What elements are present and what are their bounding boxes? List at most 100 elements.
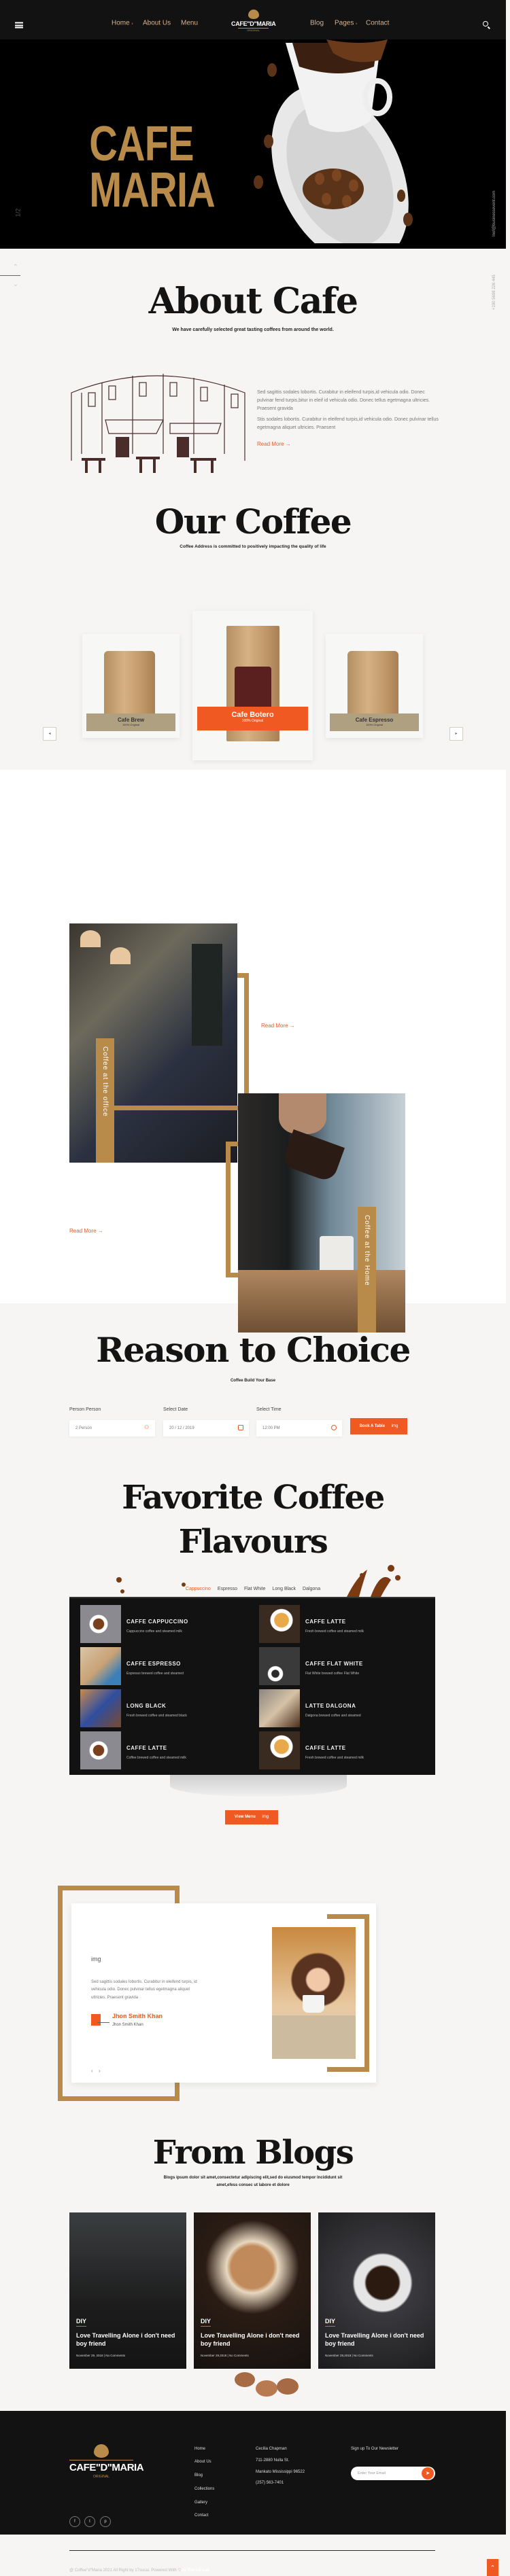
menu-item[interactable]: LONG BLACK Fresh brewed coffee and steam… — [80, 1689, 250, 1727]
newsletter-email-input[interactable]: Enter Your Email ➤ — [351, 2467, 435, 2480]
coffee-prev-arrow[interactable]: ◂ — [43, 727, 56, 741]
our-coffee-title: Our Coffee — [154, 501, 352, 542]
footer-link-about[interactable]: About Us — [194, 2460, 211, 2464]
search-icon[interactable] — [483, 21, 488, 27]
facebook-icon[interactable]: f — [69, 2516, 80, 2527]
gold-frame-overlay — [104, 973, 249, 1110]
site-header: Home › About Us Menu CAFE"D"MARIA ORIGIN… — [0, 0, 506, 39]
tab-espresso[interactable]: Espresso — [218, 1587, 237, 1591]
coffee-bag-image — [104, 651, 155, 719]
hand — [279, 1093, 326, 1134]
menu-item[interactable]: CAFFE LATTE Fresh brewed coffee and steam… — [259, 1731, 429, 1769]
credit-link[interactable]: by The UX Lab — [182, 2569, 210, 2573]
menu-item-image — [80, 1647, 121, 1685]
footer-link-contact[interactable]: Contact — [194, 2513, 209, 2518]
footer-link-blog[interactable]: Blog — [194, 2473, 203, 2477]
menu-item[interactable]: LATTE DALGONA Dalgona brewed coffee and … — [259, 1689, 429, 1727]
tab-long-black[interactable]: Long Black — [272, 1587, 296, 1591]
hero-email[interactable]: Inof@businessevent.com — [492, 191, 496, 236]
nav-home[interactable]: Home › — [112, 20, 133, 27]
coffee-card-espresso[interactable]: Cafe Espresso 100% Original — [326, 634, 423, 738]
nav-menu[interactable]: Menu — [181, 20, 198, 27]
sweater — [272, 2015, 356, 2059]
time-label: Select Time — [256, 1407, 282, 1412]
feature-tag-office: Coffee at the office — [96, 1038, 114, 1163]
menu-tabs: Cappuccino Espresso Flat White Long Blac… — [0, 1587, 506, 1591]
about-paragraph-1: Sed sagittis sodales lobortis. Curabitur… — [257, 390, 430, 411]
pendant-lamp — [110, 947, 131, 964]
menu-item-image — [259, 1689, 300, 1727]
tab-flat-white[interactable]: Flat White — [244, 1587, 266, 1591]
menu-item[interactable]: CAFFE CAPPUCCINO Cappuccino coffee and s… — [80, 1605, 250, 1643]
pinterest-icon[interactable]: p — [100, 2516, 111, 2527]
feature-office-read-more[interactable]: Read More → — [261, 1023, 295, 1029]
menu-item[interactable] — [80, 1753, 250, 1795]
footer-divider — [69, 2550, 435, 2551]
nav-contact[interactable]: Contact — [366, 20, 389, 27]
coffee-next-arrow[interactable]: ▸ — [449, 727, 463, 741]
nav-about-us[interactable]: About Us — [143, 20, 171, 27]
blogs-title: From Blogs — [152, 2134, 354, 2172]
testimonial-prev-arrow[interactable]: ‹ — [91, 2068, 93, 2074]
coffee-carafe — [281, 1129, 345, 1184]
coffee-card-brew[interactable]: Cafe Brew 100% Original — [82, 634, 180, 738]
nav-pages[interactable]: Pages › — [335, 20, 357, 27]
broken-image-icon: img — [262, 1815, 269, 1819]
coffee-pouring-photo — [238, 1093, 405, 1333]
footer-link-home[interactable]: Home — [194, 2447, 205, 2451]
footer-address-city: Mankato Mississippi 96522 — [256, 2470, 305, 2474]
coffee-card-label-active: Cafe Botero 100% Original — [197, 707, 308, 730]
date-label: Select Date — [163, 1407, 188, 1412]
menu-item[interactable]: CAFFE ESPRESSO Espresso brewed coffee an… — [80, 1647, 250, 1685]
footer-link-gallery[interactable]: Gallery — [194, 2501, 207, 2505]
testimonial-text: Sed sagittis sodales lobortis. Curabitur… — [91, 1980, 197, 2000]
footer-logo[interactable]: CAFE"D"MARIA ORIGINAL — [69, 2444, 144, 2479]
newsletter-title: Sign up To Our Newsletter — [351, 2447, 398, 2451]
view-menu-button[interactable]: View Menu img — [225, 1810, 278, 1824]
booking-title: Reason to Choice — [96, 1330, 411, 1370]
back-to-top-button[interactable]: ⌃ — [487, 2559, 498, 2576]
about-read-more-link[interactable]: Read More → — [257, 441, 291, 447]
site-logo[interactable]: CAFE"D"MARIA ORIGINAL — [231, 10, 276, 37]
testimonial-avatar — [91, 2014, 101, 2026]
feature-home-read-more[interactable]: Read More → — [69, 1228, 103, 1234]
slide-up-chevron-icon[interactable]: ⌃ — [12, 264, 19, 271]
tab-dalgona[interactable]: Dalgona — [303, 1587, 320, 1591]
clock-icon — [331, 1425, 337, 1430]
hamburger-menu-icon[interactable] — [15, 22, 23, 29]
menu-item-image — [259, 1731, 300, 1769]
menu-item-image — [80, 1689, 121, 1727]
twitter-icon[interactable]: t — [84, 2516, 95, 2527]
testimonial-next-arrow[interactable]: › — [99, 2068, 101, 2074]
footer-address-name: Cecilia Chapman — [256, 2447, 287, 2451]
feature-tag-home: Coffee at the Home — [358, 1207, 376, 1333]
blog-card[interactable]: DIY Love Travelling Alone i don't need b… — [194, 2212, 311, 2369]
menu-item[interactable]: CAFFE LATTE Fresh brewed coffee and stea… — [259, 1605, 429, 1643]
nav-blog[interactable]: Blog — [310, 20, 324, 27]
slide-counter: 1/2 — [14, 208, 22, 217]
blog-card[interactable]: DIY Love Travelling Alone i don't need b… — [69, 2212, 186, 2369]
menu-board: CAFFE CAPPUCCINO Cappuccino coffee and s… — [69, 1597, 435, 1775]
tab-cappuccino[interactable]: Cappuccino — [186, 1587, 211, 1591]
footer-link-collections[interactable]: Collections — [194, 2487, 214, 2491]
testimonial-role: Jhon Smith Khan — [112, 2023, 143, 2027]
time-input[interactable]: 12:00 PM — [256, 1420, 342, 1436]
coffee-card-botero[interactable]: Cafe Botero 100% Original — [192, 611, 313, 760]
our-coffee-subtitle: Coffee Address is committed to positivel… — [180, 544, 326, 549]
about-title: About Cafe — [148, 281, 358, 322]
person-select[interactable]: 2 Person ⚇ — [69, 1420, 155, 1436]
coffee-card-label: Cafe Brew 100% Original — [86, 713, 175, 731]
avatar-line — [97, 2022, 109, 2023]
woman-with-cup-photo — [272, 1927, 356, 2059]
copyright-text: @ Coffee"d"Maria 2021 All Right by 17suc… — [69, 2569, 210, 2573]
blog-card[interactable]: DIY Love Travelling Alone i don't need b… — [318, 2212, 435, 2369]
send-paper-plane-icon[interactable]: ➤ — [422, 2467, 434, 2480]
menu-item[interactable]: CAFFE FLAT WHITE Flat White brewed coffe… — [259, 1647, 429, 1685]
people-icon: ⚇ — [144, 1424, 150, 1430]
book-table-button[interactable]: Book A Table img — [350, 1418, 407, 1434]
coffee-cup — [303, 1995, 324, 2013]
booking-subtitle: Coffee Build Your Base — [230, 1379, 276, 1383]
slider-divider — [0, 275, 20, 276]
date-input[interactable]: 20 / 12 / 2019 — [163, 1420, 249, 1436]
coffee-cup-illustration — [254, 39, 413, 243]
